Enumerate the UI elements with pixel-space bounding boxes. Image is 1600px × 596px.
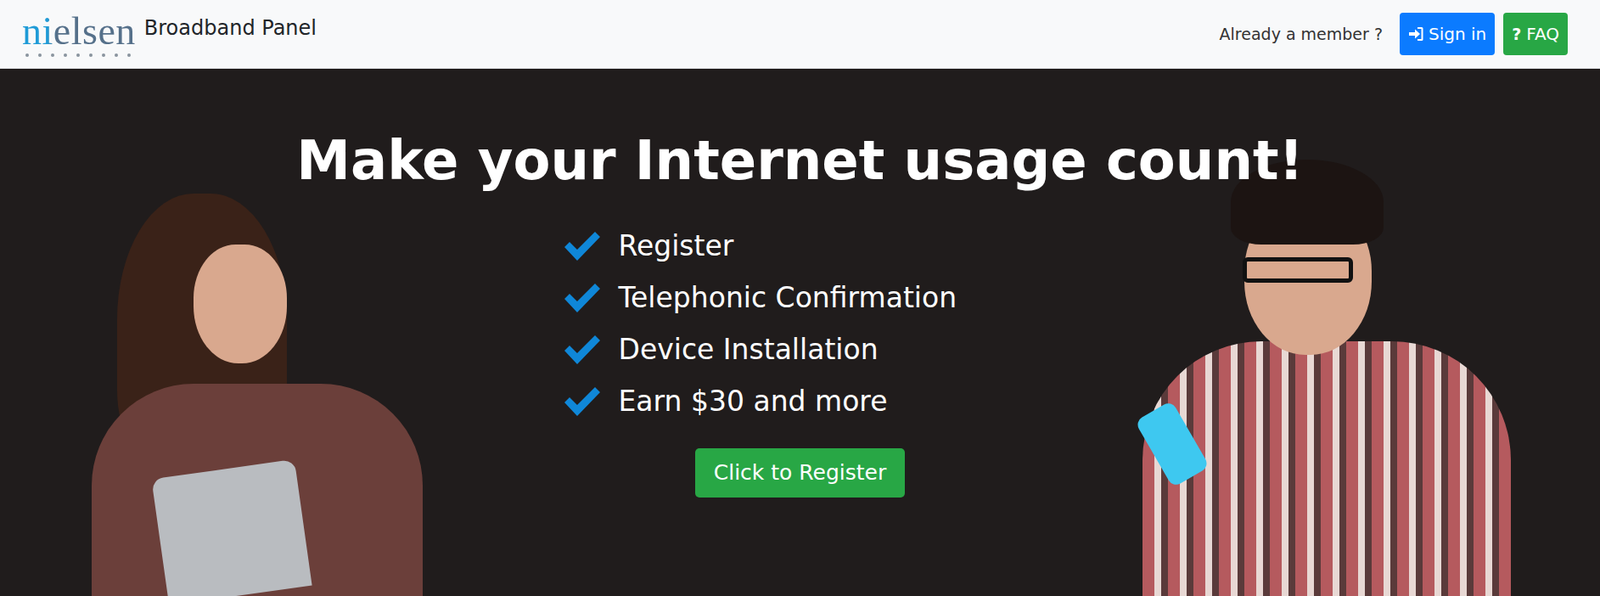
member-prompt: Already a member ? [1219,24,1383,44]
logo-dots [22,53,131,57]
register-button[interactable]: Click to Register [695,448,906,498]
logo-dot [89,53,93,57]
sign-in-label[interactable]: Sign in [1428,23,1487,45]
nav-actions: Already a member ?Sign in?FAQ [1219,12,1568,56]
sign-in-icon [1408,26,1424,42]
hero-banner: Make your Internet usage count! Register T… [0,68,1600,596]
question-icon[interactable]: ? [1511,24,1522,44]
logo-dot [63,53,68,57]
step-item: Telephonic Confirmation [562,279,1039,316]
logo-dot [38,53,42,57]
step-list: Register Telephonic Confirmation Device In… [562,227,1039,420]
logo-text[interactable]: nielsen [22,11,136,51]
sign-in-button[interactable]: Sign in [1399,12,1495,56]
step-label: Telephonic Confirmation [618,280,958,315]
man-photo [1142,142,1511,596]
hero-title: Make your Internet usage count! [296,128,1303,194]
step-item: Register [562,227,1039,264]
check-icon [562,383,602,418]
step-label: Register [618,229,735,263]
logo-dot [101,53,106,57]
nielsen-logo[interactable]: nielsen [22,11,136,57]
faq-button[interactable]: ?FAQ [1503,12,1568,56]
check-icon [562,331,602,366]
logo-dot [114,53,118,57]
woman-photo [91,193,435,596]
top-navbar: nielsen Broadband Panel Already a member ?… [0,0,1600,69]
step-label: Earn $30 and more [618,384,888,418]
check-icon [562,280,602,315]
logo-dot [50,53,55,57]
product-name: Broadband Panel [144,16,317,40]
step-item: Earn $30 and more [562,382,1039,420]
check-icon [562,228,602,263]
logo-dot [127,53,131,57]
logo-dot [76,53,80,57]
faq-label[interactable]: FAQ [1526,23,1560,45]
step-item: Device Installation [562,331,1039,368]
brand[interactable]: nielsen Broadband Panel [22,11,317,57]
step-label: Device Installation [618,332,879,366]
logo-dot [25,53,29,57]
